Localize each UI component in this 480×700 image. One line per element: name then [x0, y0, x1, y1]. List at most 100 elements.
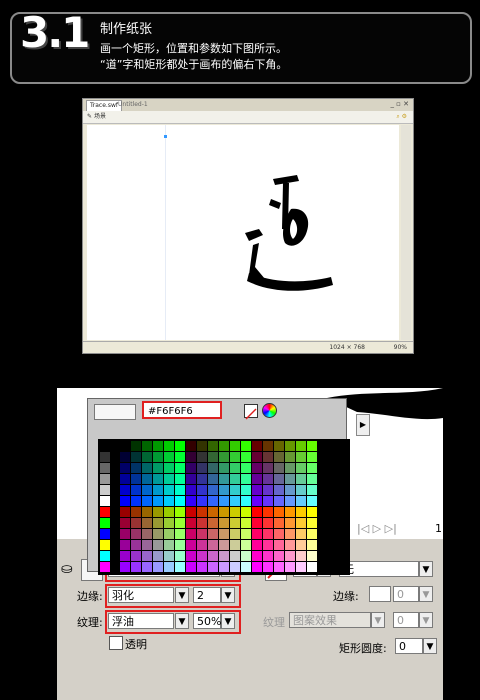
swatch-cell[interactable]	[296, 507, 306, 517]
swatch-cell[interactable]	[274, 551, 284, 561]
swatch-cell[interactable]	[120, 562, 130, 572]
swatch-cell[interactable]	[274, 485, 284, 495]
swatch-cell[interactable]	[164, 474, 174, 484]
swatch-cell[interactable]	[142, 485, 152, 495]
swatch-cell[interactable]	[274, 452, 284, 462]
swatch-cell[interactable]	[230, 507, 240, 517]
swatch-cell[interactable]	[120, 485, 130, 495]
swatch-cell[interactable]	[197, 496, 207, 506]
stage-canvas[interactable]: 道	[87, 125, 399, 340]
swatch-cell[interactable]	[263, 551, 273, 561]
pen-icon[interactable]: ✎	[87, 113, 92, 120]
swatch-cell[interactable]	[100, 463, 110, 473]
swatch-cell[interactable]	[120, 452, 130, 462]
swatch-cell[interactable]	[230, 551, 240, 561]
swatch-cell[interactable]	[230, 474, 240, 484]
swatch-cell[interactable]	[186, 496, 196, 506]
swatch-cell[interactable]	[219, 463, 229, 473]
swatch-cell[interactable]	[164, 518, 174, 528]
zoom-icon[interactable]: ⌕ ⚙	[396, 111, 407, 123]
swatch-cell[interactable]	[197, 474, 207, 484]
swatch-cell[interactable]	[175, 518, 185, 528]
swatch-cell[interactable]	[131, 551, 141, 561]
swatch-cell[interactable]	[274, 474, 284, 484]
swatch-cell[interactable]	[208, 452, 218, 462]
swatch-cell[interactable]	[120, 463, 130, 473]
swatch-cell[interactable]	[208, 474, 218, 484]
swatch-cell[interactable]	[307, 496, 317, 506]
swatch-cell[interactable]	[263, 463, 273, 473]
swatch-cell[interactable]	[219, 452, 229, 462]
swatch-cell[interactable]	[208, 507, 218, 517]
swatch-cell[interactable]	[175, 562, 185, 572]
swatch-cell[interactable]	[197, 540, 207, 550]
swatch-cell[interactable]	[131, 540, 141, 550]
swatch-cell[interactable]	[131, 507, 141, 517]
swatch-cell[interactable]	[120, 551, 130, 561]
swatch-cell[interactable]	[153, 474, 163, 484]
swatch-cell[interactable]	[120, 496, 130, 506]
swatch-cell[interactable]	[307, 463, 317, 473]
swatch-cell[interactable]	[274, 562, 284, 572]
swatch-cell[interactable]	[164, 463, 174, 473]
swatch-cell[interactable]	[197, 551, 207, 561]
swatch-cell[interactable]	[285, 463, 295, 473]
swatch-cell[interactable]	[186, 474, 196, 484]
swatch-cell[interactable]	[175, 529, 185, 539]
swatch-cell[interactable]	[252, 540, 262, 550]
swatch-cell[interactable]	[296, 452, 306, 462]
swatch-cell[interactable]	[197, 452, 207, 462]
swatch-cell[interactable]	[131, 441, 141, 451]
swatch-cell[interactable]	[263, 496, 273, 506]
edge-amount-field[interactable]: 2	[193, 587, 221, 603]
swatch-grid[interactable]	[98, 439, 350, 575]
swatch-cell[interactable]	[131, 496, 141, 506]
swatch-cell[interactable]	[241, 485, 251, 495]
swatch-cell[interactable]	[100, 441, 110, 451]
swatch-cell[interactable]	[175, 485, 185, 495]
swatch-cell[interactable]	[296, 540, 306, 550]
swatch-cell[interactable]	[252, 441, 262, 451]
swatch-cell[interactable]	[120, 529, 130, 539]
swatch-cell[interactable]	[307, 441, 317, 451]
swatch-cell[interactable]	[142, 529, 152, 539]
swatch-cell[interactable]	[164, 441, 174, 451]
transparent-checkbox[interactable]	[109, 636, 123, 650]
chevron-down-icon[interactable]: ▼	[221, 613, 235, 629]
swatch-cell[interactable]	[263, 474, 273, 484]
swatch-cell[interactable]	[175, 474, 185, 484]
swatch-cell[interactable]	[219, 474, 229, 484]
swatch-cell[interactable]	[100, 562, 110, 572]
swatch-cell[interactable]	[219, 540, 229, 550]
timeline-controls[interactable]: |◁ ▷ ▷|	[357, 522, 397, 535]
swatch-cell[interactable]	[252, 452, 262, 462]
swatch-cell[interactable]	[186, 441, 196, 451]
swatch-cell[interactable]	[241, 562, 251, 572]
swatch-cell[interactable]	[100, 529, 110, 539]
swatch-cell[interactable]	[142, 507, 152, 517]
swatch-cell[interactable]	[208, 540, 218, 550]
swatch-cell[interactable]	[285, 551, 295, 561]
swatch-cell[interactable]	[230, 518, 240, 528]
swatch-cell[interactable]	[186, 518, 196, 528]
swatch-cell[interactable]	[131, 485, 141, 495]
swatch-cell[interactable]	[142, 540, 152, 550]
swatch-cell[interactable]	[241, 496, 251, 506]
swatch-cell[interactable]	[175, 463, 185, 473]
swatch-cell[interactable]	[252, 507, 262, 517]
swatch-cell[interactable]	[219, 518, 229, 528]
swatch-cell[interactable]	[252, 529, 262, 539]
swatch-cell[interactable]	[307, 474, 317, 484]
swatch-cell[interactable]	[307, 485, 317, 495]
swatch-cell[interactable]	[263, 507, 273, 517]
chevron-down-icon[interactable]: ▼	[419, 561, 433, 577]
swatch-cell[interactable]	[307, 562, 317, 572]
hex-value-field[interactable]: #F6F6F6	[142, 401, 222, 419]
swatch-cell[interactable]	[153, 562, 163, 572]
swatch-cell[interactable]	[285, 562, 295, 572]
swatch-cell[interactable]	[230, 485, 240, 495]
swatch-cell[interactable]	[164, 562, 174, 572]
swatch-cell[interactable]	[208, 551, 218, 561]
swatch-cell[interactable]	[296, 529, 306, 539]
swatch-cell[interactable]	[296, 518, 306, 528]
